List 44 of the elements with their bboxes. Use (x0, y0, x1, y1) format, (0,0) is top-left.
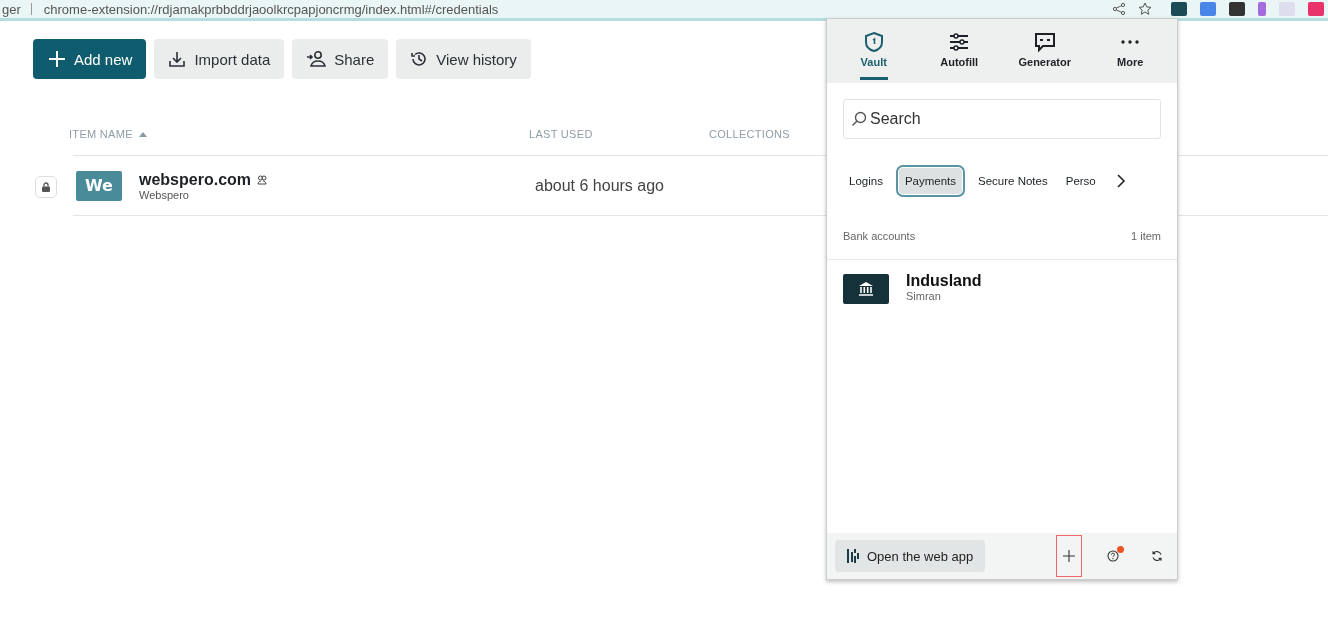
item-subtitle: Webspero (139, 188, 190, 201)
item-title[interactable]: webspero.com (139, 170, 252, 189)
shield-icon (862, 31, 885, 53)
history-icon (410, 50, 429, 68)
item-subtitle: Simran (906, 290, 942, 302)
url-text[interactable]: chrome-extension://rdjamakprbbddrjaoolkrcpapjoncrmg/index.html#/credentials (43, 1, 499, 17)
person-add-icon (306, 50, 327, 68)
help-icon (1107, 547, 1119, 565)
nav-tab[interactable]: Autofill (919, 19, 1000, 83)
last-used-text: about 6 hours ago (535, 176, 664, 195)
app-logo-icon (847, 548, 859, 564)
filter-tab[interactable]: Perso (1059, 168, 1102, 194)
sort-ascending-icon[interactable] (138, 131, 147, 137)
filter-tab[interactable]: Logins (843, 168, 889, 194)
toolbar-button[interactable]: Add new (33, 39, 147, 79)
extension-icon[interactable] (1171, 2, 1187, 16)
toolbar-button[interactable]: View history (396, 39, 531, 79)
site-avatar: We (76, 170, 122, 201)
star-icon[interactable] (1138, 2, 1152, 16)
plus-icon (48, 50, 66, 68)
extension-icon[interactable] (1258, 2, 1266, 16)
download-icon (168, 50, 187, 68)
search-field[interactable]: Search (843, 99, 1161, 139)
add-button[interactable] (1057, 536, 1081, 576)
more-icon (1120, 40, 1141, 44)
toolbar-button[interactable]: Share (292, 39, 389, 79)
nav-tab[interactable]: Generator (1004, 19, 1085, 83)
section-title: Bank accounts (843, 230, 916, 242)
chat-bubble-icon (1033, 31, 1056, 53)
filter-tab[interactable]: Payments (898, 168, 963, 194)
bank-icon (843, 274, 889, 304)
search-icon (851, 111, 867, 127)
item-title[interactable]: Indusland (906, 272, 982, 290)
open-web-app-button[interactable]: Open the web app (835, 540, 986, 572)
extension-icon[interactable] (1229, 2, 1245, 16)
toolbar-button[interactable]: Import data (154, 39, 285, 79)
share-icon[interactable] (1112, 2, 1126, 16)
item-count: 1 item (1131, 230, 1161, 242)
plus-icon (1063, 547, 1075, 565)
sliders-icon (948, 31, 971, 53)
filter-tab[interactable]: Secure Notes (972, 168, 1054, 194)
nav-tab[interactable]: More (1090, 19, 1171, 83)
chevron-right-icon[interactable] (1115, 174, 1126, 188)
tab-title-fragment: ger (1, 1, 21, 17)
